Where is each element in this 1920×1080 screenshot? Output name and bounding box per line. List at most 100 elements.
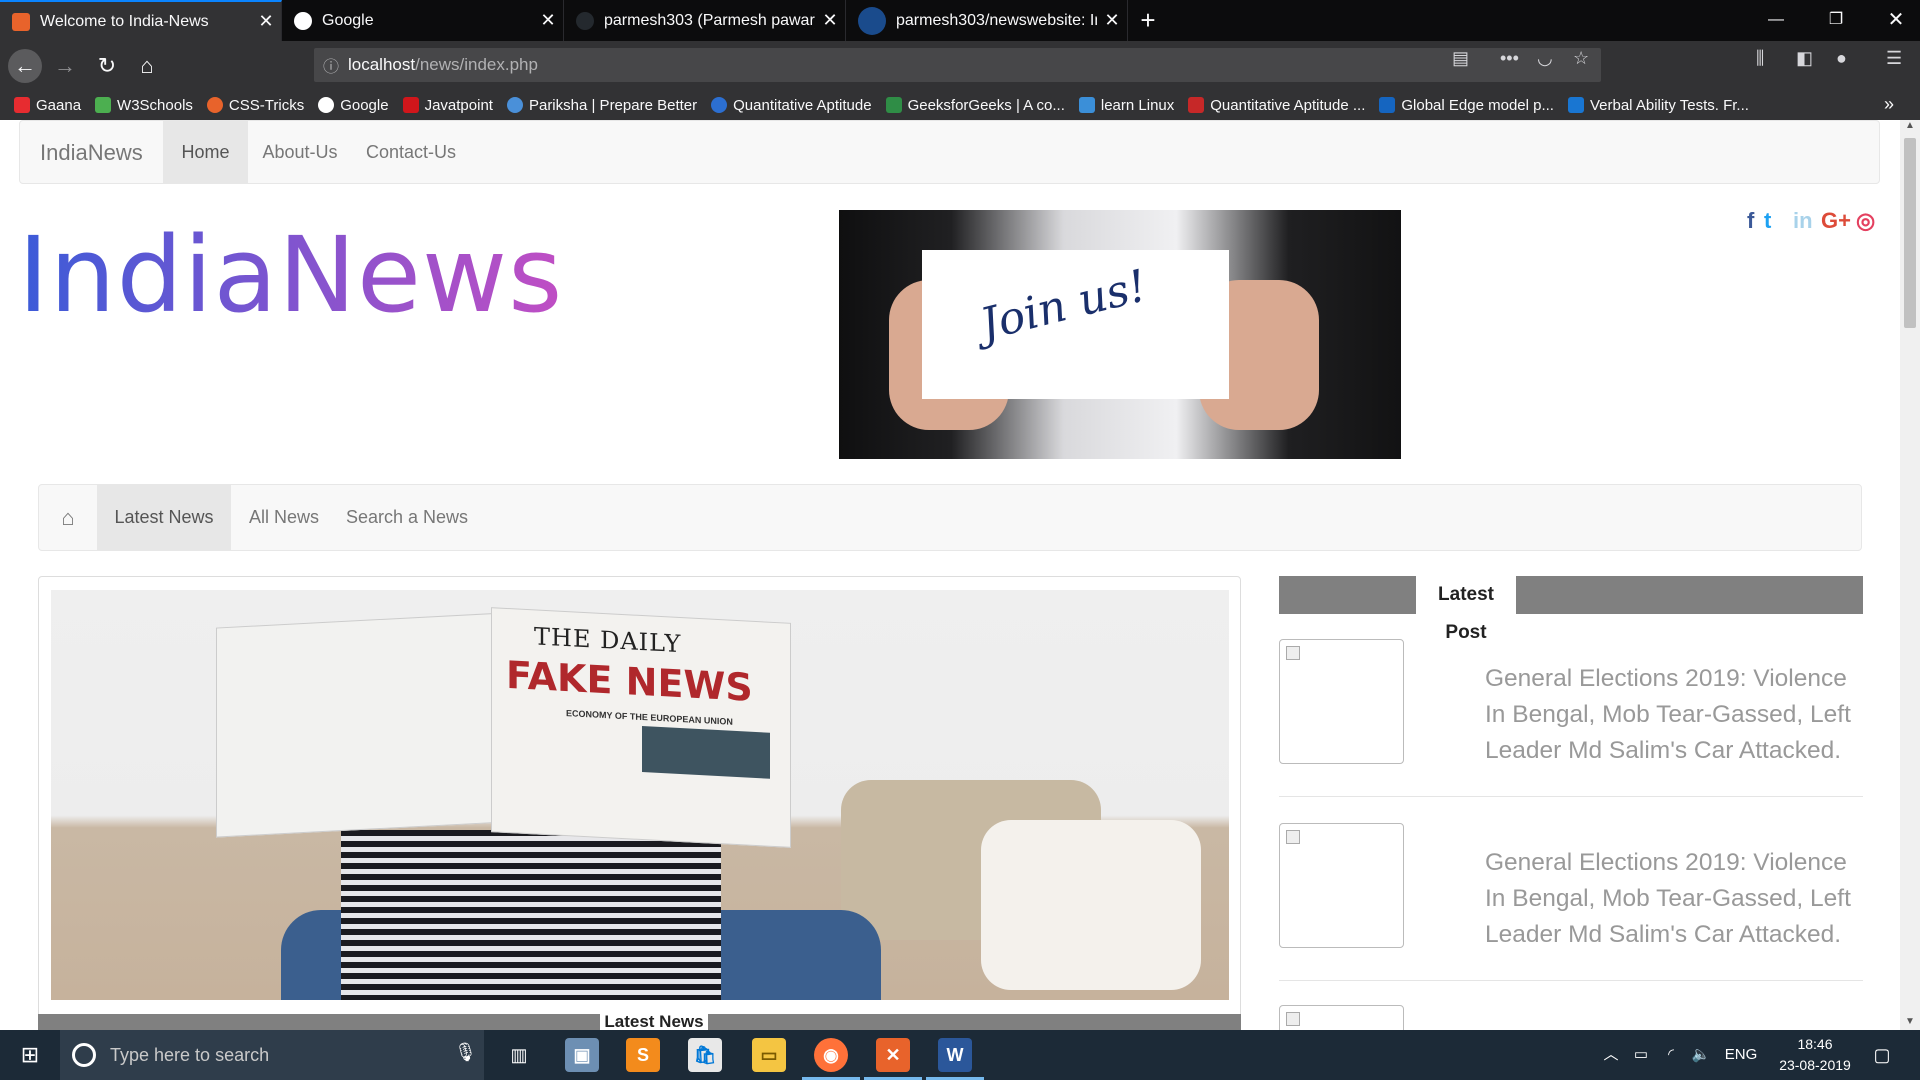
windows-start-icon[interactable]: ⊞ — [0, 1030, 60, 1080]
address-bar[interactable]: ⓘ localhost/news/index.php — [314, 48, 1601, 82]
instagram-icon[interactable]: ◎ — [1856, 208, 1875, 234]
latest-news-heading-bar: Latest News — [38, 1012, 1241, 1030]
firefox-icon[interactable]: ◉ — [814, 1038, 848, 1072]
bookmark-star-icon[interactable]: ☆ — [1573, 48, 1589, 69]
taskbar-clock[interactable]: 18:46 23-08-2019 — [1770, 1034, 1860, 1076]
file-explorer-icon[interactable]: ▭ — [752, 1038, 786, 1072]
bookmark-learn-linux[interactable]: learn Linux — [1078, 97, 1174, 114]
w3schools-icon — [95, 97, 112, 113]
subnav-search-news[interactable]: Search a News — [337, 485, 477, 550]
tab-github-repo[interactable]: parmesh303/newswebsite: Indi ✕ — [846, 0, 1128, 41]
page-actions-icon[interactable]: ••• — [1500, 48, 1519, 69]
sublime-text-icon[interactable]: S — [626, 1038, 660, 1072]
news-subnav: ⌂ Latest News All News Search a News — [38, 484, 1862, 551]
gfg-icon — [885, 97, 902, 113]
minimize-icon[interactable]: — — [1746, 0, 1806, 41]
window-close-icon[interactable]: ✕ — [1866, 0, 1920, 41]
more-bookmarks-chevron-icon[interactable]: » — [1884, 94, 1894, 115]
tab-india-news[interactable]: Welcome to India-News ✕ — [0, 0, 282, 41]
scroll-down-icon[interactable]: ▼ — [1905, 1016, 1915, 1027]
linkedin-icon[interactable]: in — [1793, 208, 1813, 234]
store-icon[interactable]: 🛍 — [688, 1038, 722, 1072]
verbal-icon — [1567, 97, 1584, 113]
site-info-icon[interactable]: ⓘ — [314, 53, 348, 77]
scroll-up-icon[interactable]: ▲ — [1905, 120, 1915, 131]
battery-icon[interactable]: ▭ — [1628, 1030, 1654, 1080]
close-icon[interactable]: ✕ — [815, 10, 845, 31]
linux-icon — [1078, 97, 1095, 113]
volume-icon[interactable]: 🔈 — [1688, 1030, 1714, 1080]
sidebar-icon[interactable]: ◧ — [1796, 48, 1813, 69]
pocket-icon[interactable]: ◡ — [1537, 48, 1553, 69]
reader-view-icon[interactable]: ▤ — [1452, 48, 1469, 69]
navbar-brand[interactable]: IndiaNews — [40, 121, 143, 185]
web-page: IndiaNews Home About-Us Contact-Us India… — [0, 120, 1920, 1030]
wifi-icon[interactable]: ◜ — [1658, 1030, 1684, 1080]
bookmark-pariksha[interactable]: Pariksha | Prepare Better — [506, 97, 697, 114]
nav-about-us[interactable]: About-Us — [248, 121, 352, 183]
microphone-icon[interactable]: 🎙 — [454, 1042, 477, 1063]
page-scrollbar[interactable]: ▲ ▼ — [1900, 120, 1920, 1030]
javatpoint-icon — [402, 97, 419, 113]
home-icon[interactable]: ⌂ — [39, 485, 97, 550]
bookmark-w3schools[interactable]: W3Schools — [95, 97, 193, 114]
bookmark-javatpoint[interactable]: Javatpoint — [402, 97, 493, 114]
gaana-icon — [14, 97, 30, 113]
restore-icon[interactable]: ❐ — [1806, 0, 1866, 41]
url-path: /news/index.php — [415, 55, 538, 74]
word-icon[interactable]: W — [938, 1038, 972, 1072]
bookmark-gaana[interactable]: Gaana — [14, 97, 81, 114]
scrollbar-thumb[interactable] — [1904, 138, 1916, 328]
facebook-icon[interactable]: f — [1747, 208, 1754, 234]
bookmark-global-edge[interactable]: Global Edge model p... — [1379, 97, 1554, 114]
back-arrow-icon[interactable]: ← — [8, 49, 42, 83]
tray-chevron-icon[interactable]: ︿ — [1600, 1030, 1622, 1080]
cortana-icon — [72, 1043, 96, 1067]
library-icon[interactable]: ⫼ — [1756, 48, 1764, 69]
post-thumbnail[interactable] — [1279, 1005, 1404, 1030]
bookmark-geeksforgeeks[interactable]: GeeksforGeeks | A co... — [885, 97, 1065, 114]
bookmark-google[interactable]: Google — [318, 97, 389, 114]
subnav-latest-news[interactable]: Latest News — [97, 485, 231, 550]
bookmark-verbal-ability[interactable]: Verbal Ability Tests. Fr... — [1567, 97, 1749, 114]
close-icon[interactable]: ✕ — [533, 10, 563, 31]
account-icon[interactable]: ● — [1836, 48, 1847, 69]
post-title[interactable]: General Elections 2019: Violence In Beng… — [1485, 845, 1865, 953]
xampp-icon[interactable]: ✕ — [876, 1038, 910, 1072]
notifications-icon[interactable]: ▢ — [1862, 1030, 1902, 1080]
bookmarks-bar: Gaana W3Schools CSS-Tricks Google Javatp… — [0, 90, 1920, 120]
subnav-all-news[interactable]: All News — [231, 485, 337, 550]
bookmark-quant-aptitude[interactable]: Quantitative Aptitude — [711, 97, 872, 114]
bookmark-quant-aptitude-2[interactable]: Quantitative Aptitude ... — [1188, 97, 1365, 114]
list-item[interactable] — [1279, 1005, 1863, 1030]
post-thumbnail[interactable] — [1279, 639, 1404, 764]
forward-arrow-icon[interactable]: → — [48, 49, 82, 83]
bookmark-css-tricks[interactable]: CSS-Tricks — [206, 97, 304, 114]
nav-home[interactable]: Home — [163, 121, 248, 183]
new-tab-button[interactable]: + — [1128, 0, 1168, 41]
tab-github-profile[interactable]: parmesh303 (Parmesh pawar) ✕ — [564, 0, 846, 41]
remote-desktop-icon[interactable]: ▣ — [565, 1038, 599, 1072]
menu-icon[interactable]: ☰ — [1886, 48, 1902, 69]
twitter-icon[interactable]: t — [1764, 208, 1771, 234]
google-favicon-icon — [294, 11, 312, 30]
post-title[interactable]: General Elections 2019: Violence In Beng… — [1485, 661, 1865, 769]
nav-contact-us[interactable]: Contact-Us — [352, 121, 470, 183]
close-icon[interactable]: ✕ — [1097, 10, 1127, 31]
site-logo: IndiaNews — [18, 210, 563, 340]
task-view-icon[interactable]: ▥ — [502, 1038, 536, 1072]
taskbar-search[interactable]: Type here to search 🎙 — [60, 1030, 484, 1080]
list-item[interactable]: General Elections 2019: Violence In Beng… — [1279, 823, 1863, 981]
featured-image[interactable]: THE DAILY FAKE NEWS ECONOMY OF THE EUROP… — [51, 590, 1229, 1000]
browser-toolbar: ← → ↻ ⌂ ⓘ localhost/news/index.php ▤ •••… — [0, 41, 1920, 90]
language-indicator[interactable]: ENG — [1720, 1030, 1762, 1080]
post-thumbnail[interactable] — [1279, 823, 1404, 948]
list-item[interactable]: General Elections 2019: Violence In Beng… — [1279, 639, 1863, 797]
google-plus-icon[interactable]: G+ — [1821, 208, 1851, 234]
google-icon — [318, 97, 335, 113]
home-icon[interactable]: ⌂ — [130, 49, 164, 83]
close-icon[interactable]: ✕ — [251, 11, 281, 32]
newspaper-left-page — [216, 612, 506, 838]
tab-google[interactable]: Google ✕ — [282, 0, 564, 41]
reload-icon[interactable]: ↻ — [90, 49, 124, 83]
